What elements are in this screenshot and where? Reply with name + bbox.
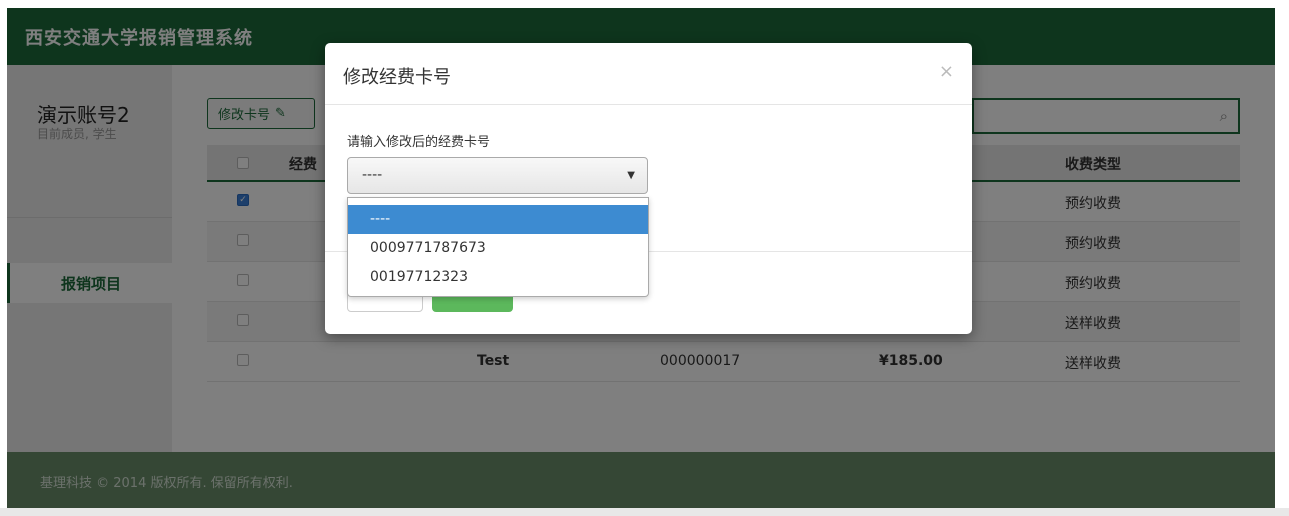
card-number-dropdown: ---- 0009771787673 00197712323	[347, 197, 649, 297]
modal-title: 修改经费卡号	[343, 67, 451, 88]
card-number-label: 请输入修改后的经费卡号	[347, 135, 491, 150]
dropdown-option[interactable]: ----	[348, 205, 648, 234]
card-number-select[interactable]: ---- ▼	[347, 157, 648, 194]
dropdown-option[interactable]: 00197712323	[348, 263, 648, 292]
page-margin	[1275, 0, 1289, 516]
dropdown-option[interactable]: 0009771787673	[348, 234, 648, 263]
close-icon[interactable]: ×	[939, 61, 954, 82]
modal-header: 修改经费卡号 ×	[325, 43, 972, 105]
caret-down-icon: ▼	[627, 170, 635, 181]
page-margin-bottom	[0, 508, 1289, 516]
select-value: ----	[362, 167, 383, 183]
